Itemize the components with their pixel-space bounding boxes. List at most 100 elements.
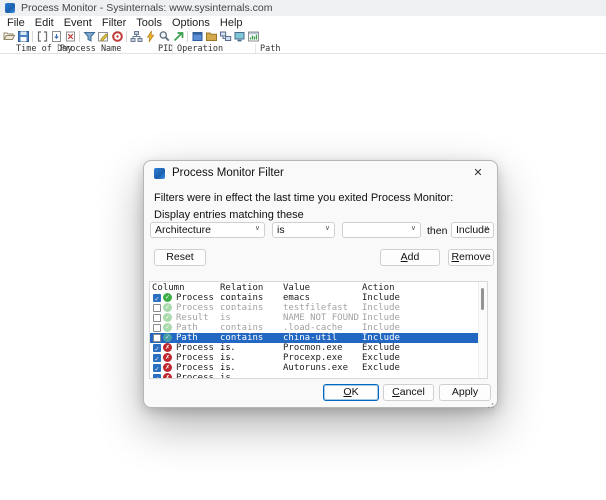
header-column[interactable]: Column	[152, 283, 185, 293]
filter-row[interactable]: ✓ ✗ Process ... is Procmon.exe Exclude	[150, 343, 487, 353]
add-button[interactable]: Add	[380, 249, 440, 266]
dialog-subtitle-text: Display entries matching these	[154, 209, 304, 221]
value-select[interactable]: ∨	[342, 222, 421, 238]
row-checkbox[interactable]: ✓	[153, 294, 161, 302]
capture-icon[interactable]	[35, 30, 49, 44]
menu-tools[interactable]: Tools	[131, 17, 167, 29]
dialog-titlebar: Process Monitor Filter ✕	[144, 161, 497, 185]
row-checkbox[interactable]	[153, 314, 161, 322]
ok-button[interactable]: OK	[323, 384, 379, 401]
find-icon[interactable]	[157, 30, 171, 44]
menu-options[interactable]: Options	[167, 17, 215, 29]
filter-row[interactable]: ✓ ✗ Process ... is Procexp.exe Exclude	[150, 353, 487, 363]
open-icon[interactable]	[2, 30, 16, 44]
resize-grip[interactable]	[486, 396, 494, 404]
remove-button[interactable]: Remove	[448, 249, 494, 266]
filter-row-selected[interactable]: ✓ Path contains china-util Include	[150, 333, 487, 343]
column-divider[interactable]	[255, 44, 256, 53]
chevron-down-icon: ∨	[255, 224, 260, 232]
dialog-title: Process Monitor Filter	[172, 167, 284, 179]
filter-list-header: Column Relation Value Action	[150, 282, 487, 293]
toolbar	[0, 29, 606, 44]
chevron-down-icon: ∨	[484, 224, 489, 232]
row-checkbox[interactable]	[153, 304, 161, 312]
filter-list[interactable]: Column Relation Value Action ✓ ✓ Process…	[149, 281, 488, 379]
registry-activity-icon[interactable]	[190, 30, 204, 44]
autoscroll-icon[interactable]	[49, 30, 63, 44]
dialog-intro-text: Filters were in effect the last time you…	[154, 192, 453, 204]
row-checkbox[interactable]: ✓	[153, 354, 161, 362]
menu-event[interactable]: Event	[59, 17, 97, 29]
reset-button[interactable]: Reset	[154, 249, 206, 266]
exclude-icon: ✗	[163, 353, 172, 362]
exclude-icon: ✗	[163, 363, 172, 372]
window-title: Process Monitor - Sysinternals: www.sysi…	[21, 2, 273, 14]
filter-row[interactable]: ✓ ✓ Process ... contains emacs Include	[150, 293, 487, 303]
col-operation[interactable]: Operation	[177, 44, 223, 54]
filesystem-activity-icon[interactable]	[204, 30, 218, 44]
profiling-activity-icon[interactable]	[246, 30, 260, 44]
procmon-app-icon	[5, 3, 15, 13]
toolbar-separator	[79, 31, 80, 42]
chevron-down-icon: ∨	[411, 224, 416, 232]
include-icon: ✓	[163, 333, 172, 342]
highlight-icon[interactable]	[96, 30, 110, 44]
toolbar-separator	[32, 31, 33, 42]
ok-label: K	[352, 386, 359, 398]
menu-bar: File Edit Event Filter Tools Options Hel…	[0, 16, 606, 29]
filter-icon[interactable]	[82, 30, 96, 44]
column-divider[interactable]	[57, 44, 58, 53]
save-icon[interactable]	[16, 30, 30, 44]
remove-label: emove	[459, 251, 491, 263]
window-titlebar: Process Monitor - Sysinternals: www.sysi…	[0, 0, 606, 16]
dialog-icon	[154, 168, 165, 179]
col-path[interactable]: Path	[260, 44, 280, 54]
exclude-icon: ✗	[163, 343, 172, 352]
menu-edit[interactable]: Edit	[30, 17, 59, 29]
then-label: then	[427, 225, 447, 237]
network-activity-icon[interactable]	[218, 30, 232, 44]
apply-button[interactable]: Apply	[439, 384, 491, 401]
boot-logging-icon[interactable]	[143, 30, 157, 44]
screen: Process Monitor - Sysinternals: www.sysi…	[0, 0, 606, 500]
menu-filter[interactable]: Filter	[97, 17, 131, 29]
process-tree-icon[interactable]	[129, 30, 143, 44]
filter-row[interactable]: ✓ Path contains .load-cache Include	[150, 323, 487, 333]
close-icon[interactable]: ✕	[470, 166, 486, 180]
jump-to-icon[interactable]	[171, 30, 185, 44]
row-checkbox[interactable]: ✓	[153, 344, 161, 352]
filter-row[interactable]: ✓ ✗ Process ... is Autoruns.exe Exclude	[150, 363, 487, 373]
row-checkbox[interactable]	[153, 324, 161, 332]
cancel-button[interactable]: Cancel	[383, 384, 434, 401]
col-process-name[interactable]: Process Name	[60, 44, 121, 54]
toolbar-separator	[126, 31, 127, 42]
include-icon: ✓	[163, 293, 172, 302]
chevron-down-icon: ∨	[325, 224, 330, 232]
process-activity-icon[interactable]	[232, 30, 246, 44]
clear-icon[interactable]	[63, 30, 77, 44]
include-icon: ✓	[163, 323, 172, 332]
filter-row[interactable]: ✓ Process ... contains testfilefast Incl…	[150, 303, 487, 313]
exclude-icon: ✗	[163, 373, 172, 379]
column-divider[interactable]	[172, 44, 173, 53]
cancel-label: ancel	[400, 386, 425, 398]
action-select[interactable]: Include ∨	[451, 222, 494, 238]
list-scrollbar-thumb[interactable]	[481, 288, 484, 310]
filter-row-partial[interactable]: ✓ ✗ Process ... is	[150, 373, 487, 379]
row-checkbox[interactable]: ✓	[153, 374, 161, 379]
relation-select[interactable]: is ∨	[272, 222, 335, 238]
menu-file[interactable]: File	[2, 17, 30, 29]
menu-help[interactable]: Help	[215, 17, 248, 29]
add-label: dd	[408, 251, 420, 263]
filter-row[interactable]: ✓ Result is NAME NOT FOUND Include	[150, 313, 487, 323]
filter-dialog: Process Monitor Filter ✕ Filters were in…	[143, 160, 498, 408]
event-list-header[interactable]: Time of Day Process Name PID Operation P…	[0, 44, 606, 54]
row-checkbox[interactable]: ✓	[153, 364, 161, 372]
header-relation[interactable]: Relation	[220, 283, 263, 293]
include-icon: ✓	[163, 303, 172, 312]
header-action[interactable]: Action	[362, 283, 395, 293]
include-process-icon[interactable]	[110, 30, 124, 44]
row-checkbox[interactable]	[153, 334, 161, 342]
column-select[interactable]: Architecture ∨	[150, 222, 265, 238]
header-value[interactable]: Value	[283, 283, 310, 293]
